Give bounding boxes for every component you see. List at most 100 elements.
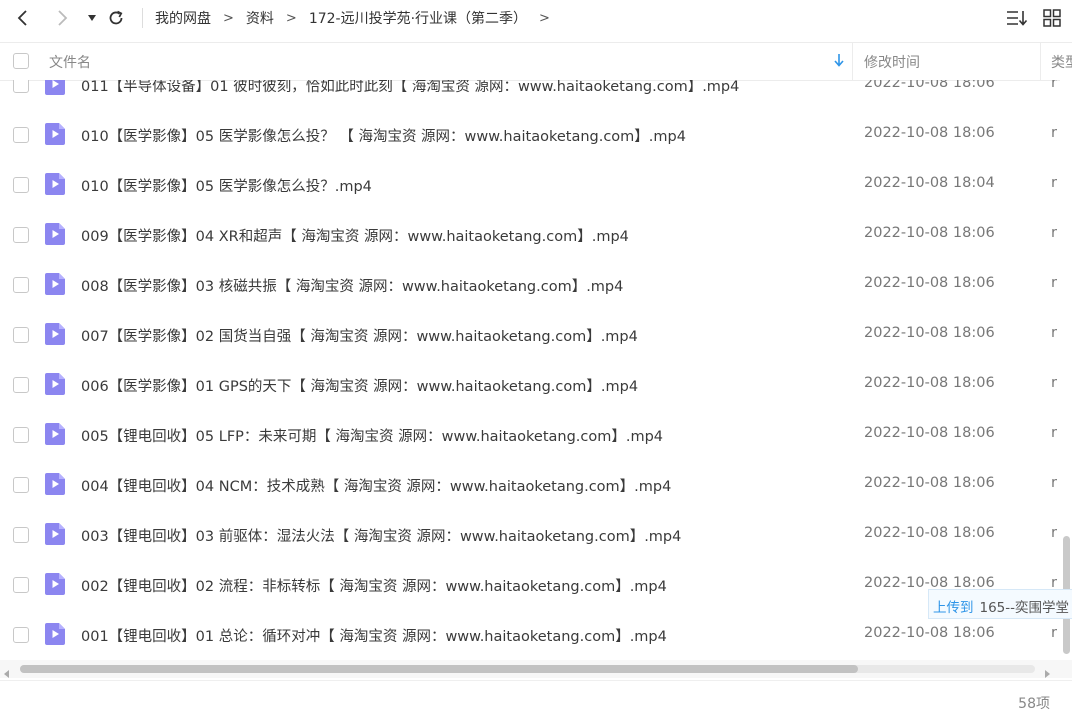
file-name[interactable]: 009【医学影像】04 XR和超声【 海淘宝资 源网：www.haitaoket… bbox=[81, 225, 629, 246]
file-row[interactable]: 008【医学影像】03 核磁共振【 海淘宝资 源网：www.haitaoketa… bbox=[0, 259, 1060, 309]
file-row[interactable]: 005【锂电回收】05 LFP：未来可期【 海淘宝资 源网：www.haitao… bbox=[0, 409, 1060, 459]
file-list: 011【半导体设备】01 彼时彼刻，恰如此时此刻【 海淘宝资 源网：www.ha… bbox=[0, 80, 1060, 660]
sort-direction-icon[interactable] bbox=[833, 53, 845, 71]
file-row[interactable]: 002【锂电回收】02 流程：非标转标【 海淘宝资 源网：www.haitaok… bbox=[0, 559, 1060, 609]
file-type: r bbox=[1051, 225, 1057, 241]
breadcrumb-item-root[interactable]: 我的网盘 bbox=[155, 8, 211, 28]
row-checkbox[interactable] bbox=[13, 327, 29, 343]
row-checkbox[interactable] bbox=[13, 577, 29, 593]
file-name[interactable]: 005【锂电回收】05 LFP：未来可期【 海淘宝资 源网：www.haitao… bbox=[81, 425, 663, 446]
file-row[interactable]: 007【医学影像】02 国货当自强【 海淘宝资 源网：www.haitaoket… bbox=[0, 309, 1060, 359]
file-row[interactable]: 003【锂电回收】03 前驱体：湿法火法【 海淘宝资 源网：www.haitao… bbox=[0, 509, 1060, 559]
file-row[interactable]: 010【医学影像】05 医学影像怎么投？ 【 海淘宝资 源网：www.haita… bbox=[0, 109, 1060, 159]
row-checkbox[interactable] bbox=[13, 80, 29, 93]
video-file-icon bbox=[45, 423, 65, 445]
row-checkbox[interactable] bbox=[13, 427, 29, 443]
horizontal-scrollbar[interactable] bbox=[0, 660, 1072, 678]
row-checkbox[interactable] bbox=[13, 127, 29, 143]
video-file-icon bbox=[45, 323, 65, 345]
file-name[interactable]: 004【锂电回收】04 NCM：技术成熟【 海淘宝资 源网：www.haitao… bbox=[81, 475, 671, 496]
video-file-icon bbox=[45, 80, 65, 95]
file-row[interactable]: 010【医学影像】05 医学影像怎么投？.mp4 2022-10-08 18:04… bbox=[0, 159, 1060, 209]
video-file-icon bbox=[45, 623, 65, 645]
caret-down-icon bbox=[88, 15, 96, 21]
file-name[interactable]: 002【锂电回收】02 流程：非标转标【 海淘宝资 源网：www.haitaok… bbox=[81, 575, 667, 596]
row-checkbox[interactable] bbox=[13, 527, 29, 543]
file-name[interactable]: 007【医学影像】02 国货当自强【 海淘宝资 源网：www.haitaoket… bbox=[81, 325, 638, 346]
column-name[interactable]: 文件名 bbox=[49, 52, 91, 72]
file-modified-time: 2022-10-08 18:06 bbox=[864, 225, 995, 241]
file-type: r bbox=[1051, 325, 1057, 341]
column-divider[interactable] bbox=[852, 43, 853, 80]
file-name[interactable]: 006【医学影像】01 GPS的天下【 海淘宝资 源网：www.haitaoke… bbox=[81, 375, 638, 396]
file-modified-time: 2022-10-08 18:06 bbox=[864, 425, 995, 441]
file-modified-time: 2022-10-08 18:06 bbox=[864, 625, 995, 641]
back-button[interactable] bbox=[11, 6, 35, 30]
select-all-checkbox[interactable] bbox=[13, 53, 29, 69]
video-file-icon bbox=[45, 123, 65, 145]
column-header: 文件名 修改时间 类型 bbox=[0, 42, 1072, 81]
breadcrumb-item-current[interactable]: 172-远川投学苑·行业课（第二季） bbox=[309, 8, 527, 28]
vertical-scrollbar[interactable] bbox=[1060, 80, 1072, 660]
file-name[interactable]: 010【医学影像】05 医学影像怎么投？ 【 海淘宝资 源网：www.haita… bbox=[81, 125, 686, 146]
horizontal-scroll-thumb[interactable] bbox=[20, 665, 858, 673]
file-name[interactable]: 008【医学影像】03 核磁共振【 海淘宝资 源网：www.haitaoketa… bbox=[81, 275, 623, 296]
file-modified-time: 2022-10-08 18:06 bbox=[864, 275, 995, 291]
breadcrumb-separator: > bbox=[223, 10, 234, 26]
file-type: r bbox=[1051, 425, 1057, 441]
column-divider[interactable] bbox=[1040, 43, 1041, 80]
video-file-icon bbox=[45, 173, 65, 195]
row-checkbox[interactable] bbox=[13, 177, 29, 193]
file-type: r bbox=[1051, 80, 1057, 91]
video-file-icon bbox=[45, 373, 65, 395]
file-name[interactable]: 010【医学影像】05 医学影像怎么投？.mp4 bbox=[81, 175, 372, 196]
breadcrumb-separator: > bbox=[285, 10, 297, 26]
row-checkbox[interactable] bbox=[13, 627, 29, 643]
file-type: r bbox=[1051, 125, 1057, 141]
forward-button[interactable] bbox=[50, 6, 74, 30]
file-row[interactable]: 006【医学影像】01 GPS的天下【 海淘宝资 源网：www.haitaoke… bbox=[0, 359, 1060, 409]
upload-tooltip: 上传到 165--奕围学堂 bbox=[928, 589, 1072, 619]
video-file-icon bbox=[45, 273, 65, 295]
row-checkbox[interactable] bbox=[13, 277, 29, 293]
column-modified[interactable]: 修改时间 bbox=[864, 52, 920, 72]
chevron-left-icon bbox=[17, 10, 27, 26]
breadcrumb-item-materials[interactable]: 资料 bbox=[246, 8, 274, 28]
file-type: r bbox=[1051, 175, 1057, 191]
video-file-icon bbox=[45, 473, 65, 495]
file-row[interactable]: 009【医学影像】04 XR和超声【 海淘宝资 源网：www.haitaoket… bbox=[0, 209, 1060, 259]
history-dropdown-button[interactable] bbox=[80, 6, 104, 30]
file-name[interactable]: 011【半导体设备】01 彼时彼刻，恰如此时此刻【 海淘宝资 源网：www.ha… bbox=[81, 80, 739, 96]
file-modified-time: 2022-10-08 18:04 bbox=[864, 175, 995, 191]
toolbar-divider bbox=[142, 8, 143, 28]
column-type[interactable]: 类型 bbox=[1051, 52, 1072, 72]
row-checkbox[interactable] bbox=[13, 377, 29, 393]
sort-icon bbox=[1007, 11, 1028, 26]
file-row[interactable]: 011【半导体设备】01 彼时彼刻，恰如此时此刻【 海淘宝资 源网：www.ha… bbox=[0, 80, 1060, 109]
file-type: r bbox=[1051, 275, 1057, 291]
file-name[interactable]: 003【锂电回收】03 前驱体：湿法火法【 海淘宝资 源网：www.haitao… bbox=[81, 525, 681, 546]
breadcrumb: 我的网盘 > 资料 > 172-远川投学苑·行业课（第二季） > bbox=[155, 0, 562, 36]
refresh-button[interactable] bbox=[104, 6, 128, 30]
chevron-right-icon bbox=[58, 10, 68, 26]
status-bar: 58项 bbox=[0, 680, 1072, 720]
row-checkbox[interactable] bbox=[13, 227, 29, 243]
toolbar: 我的网盘 > 资料 > 172-远川投学苑·行业课（第二季） > bbox=[0, 0, 1072, 36]
item-count: 58项 bbox=[1018, 696, 1050, 712]
file-row[interactable]: 004【锂电回收】04 NCM：技术成熟【 海淘宝资 源网：www.haitao… bbox=[0, 459, 1060, 509]
file-modified-time: 2022-10-08 18:06 bbox=[864, 375, 995, 391]
grid-view-button[interactable] bbox=[1040, 6, 1064, 30]
video-file-icon bbox=[45, 223, 65, 245]
file-name[interactable]: 001【锂电回收】01 总论：循环对冲【 海淘宝资 源网：www.haitaok… bbox=[81, 625, 667, 646]
file-modified-time: 2022-10-08 18:06 bbox=[864, 475, 995, 491]
grid-view-icon bbox=[1043, 9, 1061, 27]
sort-button[interactable] bbox=[1005, 6, 1029, 30]
tooltip-target: 165--奕围学堂 bbox=[979, 600, 1070, 616]
file-type: r bbox=[1051, 375, 1057, 391]
video-file-icon bbox=[45, 523, 65, 545]
file-modified-time: 2022-10-08 18:06 bbox=[864, 125, 995, 141]
refresh-icon bbox=[109, 10, 123, 25]
breadcrumb-separator[interactable]: > bbox=[539, 11, 550, 26]
file-row[interactable]: 001【锂电回收】01 总论：循环对冲【 海淘宝资 源网：www.haitaok… bbox=[0, 609, 1060, 659]
row-checkbox[interactable] bbox=[13, 477, 29, 493]
